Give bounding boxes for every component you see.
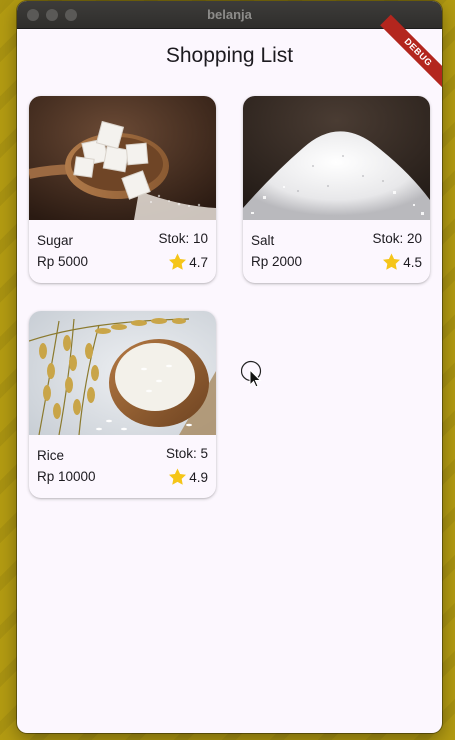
rating-value: 4.9 [189,469,208,485]
product-stock: Stok: 5 [165,446,208,461]
product-card-sugar[interactable]: Sugar Stok: 10 Rp 5000 4.7 [29,96,216,283]
product-rating: 4.7 [167,252,208,272]
product-rating: 4.9 [167,467,208,487]
product-price: Rp 10000 [37,469,96,484]
product-card-salt[interactable]: Salt Stok: 20 Rp 2000 4.5 [243,96,430,283]
product-name: Rice [37,448,65,463]
star-icon [169,468,187,485]
mouse-cursor-icon [241,360,262,388]
window-title: belanja [207,7,252,22]
product-price: Rp 5000 [37,254,89,269]
sugar-image [29,96,216,220]
app-window: belanja Shopping List DEBUG Sugar Stok: … [17,1,442,733]
product-stock: Stok: 20 [372,231,422,246]
app-content: Shopping List DEBUG Sugar Stok: 10 Rp 50… [17,14,442,733]
product-stock: Stok: 10 [158,231,208,246]
product-name: Salt [251,233,275,248]
page-title: Shopping List [165,44,294,67]
rice-image [29,311,216,435]
product-price: Rp 2000 [251,254,303,269]
star-icon [169,253,187,270]
star-icon [383,253,401,270]
product-rating: 4.5 [381,252,422,272]
rating-value: 4.5 [403,254,422,270]
rating-value: 4.7 [189,254,208,270]
product-card-rice[interactable]: Rice Stok: 5 Rp 10000 4.9 [29,311,216,498]
window-titlebar: belanja [17,1,442,29]
product-name: Sugar [37,233,74,248]
salt-image [243,96,430,220]
